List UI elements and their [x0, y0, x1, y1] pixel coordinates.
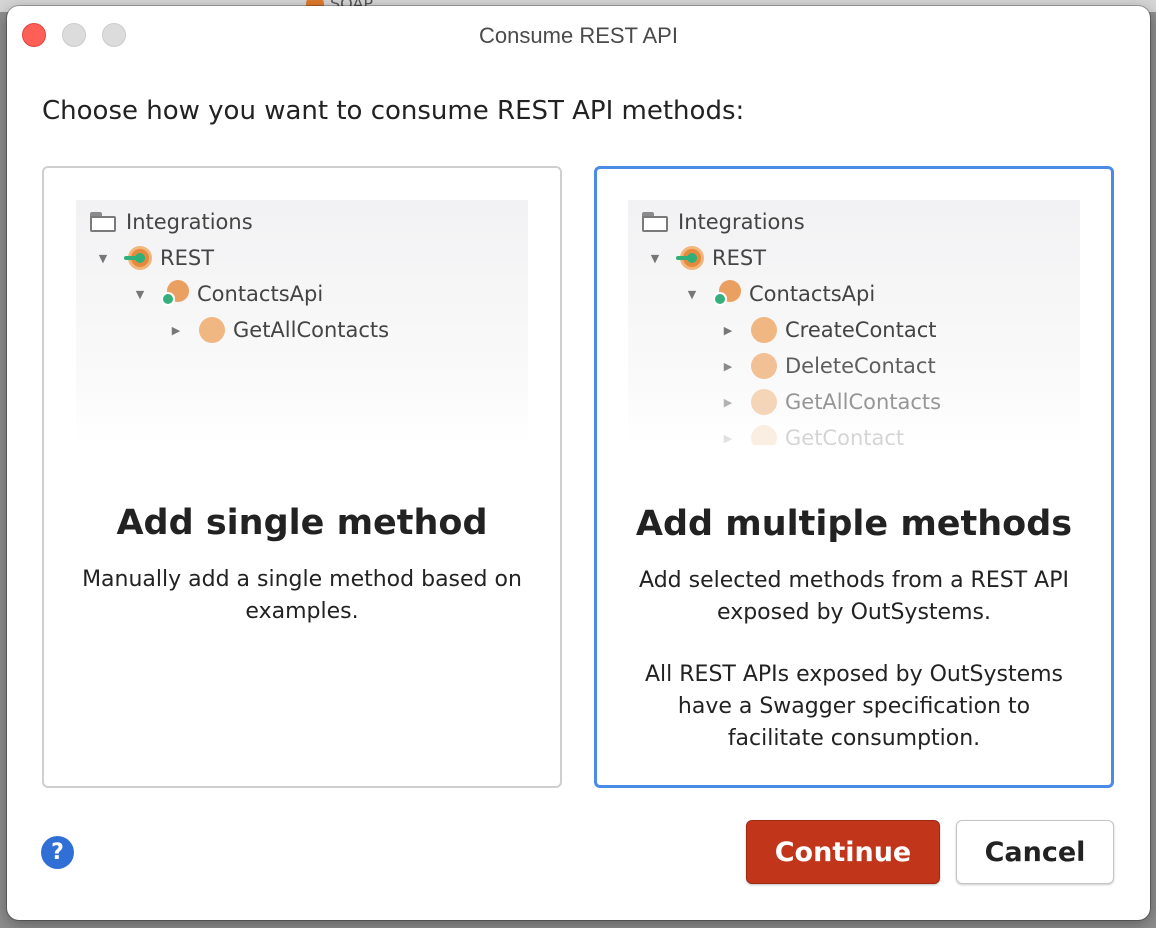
multiple-methods-title: Add multiple methods [635, 504, 1073, 544]
method-icon [751, 425, 777, 445]
tree-method-row: ▶ CreateContact [721, 312, 936, 348]
method-icon [751, 317, 777, 343]
tree-api-row: ▼ ContactsApi [133, 276, 323, 312]
api-icon [161, 280, 189, 308]
multiple-methods-note: All REST APIs exposed by OutSystems have… [644, 662, 1064, 751]
tree-rest-row: ▼ REST [648, 240, 766, 276]
multiple-methods-description: Add selected methods from a REST API exp… [639, 568, 1069, 625]
dialog-prompt: Choose how you want to consume REST API … [42, 96, 745, 126]
continue-button[interactable]: Continue [746, 820, 940, 884]
method-icon [751, 389, 777, 415]
single-method-description: Manually add a single method based on ex… [82, 567, 522, 624]
method-icon [199, 317, 225, 343]
rest-icon [676, 244, 704, 272]
collapsed-arrow-icon: ▶ [171, 323, 181, 337]
single-method-title: Add single method [116, 503, 488, 543]
folder-icon [90, 212, 118, 232]
api-icon [713, 280, 741, 308]
expand-arrow-icon: ▼ [687, 287, 697, 301]
tree-root-label: Integrations [678, 210, 805, 234]
collapsed-arrow-icon: ▶ [723, 395, 733, 409]
tree-method-label: GetAllContacts [233, 318, 390, 342]
collapsed-arrow-icon: ▶ [723, 431, 733, 445]
tree-rest-label: REST [160, 246, 215, 270]
tree-method-label: GetContact [785, 426, 905, 445]
tree-root-row: Integrations [642, 204, 805, 240]
multiple-methods-preview: Integrations ▼ REST ▼ ContactsApi ▶ Crea… [628, 200, 1080, 445]
expand-arrow-icon: ▼ [135, 287, 145, 301]
single-method-preview: Integrations ▼ REST ▼ ContactsApi ▶ GetA… [76, 200, 528, 445]
tree-rest-row: ▼ REST [96, 240, 214, 276]
expand-arrow-icon: ▼ [650, 251, 660, 265]
tree-method-row: ▶ GetAllContacts [721, 384, 941, 420]
help-icon[interactable]: ? [41, 836, 74, 869]
add-multiple-methods-option[interactable]: Integrations ▼ REST ▼ ContactsApi ▶ Crea… [594, 166, 1114, 788]
tree-api-label: ContactsApi [197, 282, 324, 306]
method-icon [751, 353, 777, 379]
expand-arrow-icon: ▼ [98, 251, 108, 265]
tree-root-row: Integrations [90, 204, 253, 240]
tree-api-label: ContactsApi [749, 282, 876, 306]
tree-method-label: DeleteContact [785, 354, 936, 378]
cancel-button[interactable]: Cancel [956, 820, 1114, 884]
consume-rest-api-dialog: Consume REST API Choose how you want to … [7, 6, 1150, 920]
tree-rest-label: REST [712, 246, 767, 270]
folder-icon [642, 212, 670, 232]
window-title: Consume REST API [479, 23, 678, 48]
tree-root-label: Integrations [126, 210, 253, 234]
collapsed-arrow-icon: ▶ [723, 323, 733, 337]
title-bar: Consume REST API [7, 6, 1150, 64]
tree-method-row: ▶ GetAllContacts [169, 312, 389, 348]
tree-method-row: ▶ DeleteContact [721, 348, 936, 384]
tree-method-label: GetAllContacts [785, 390, 942, 414]
rest-icon [124, 244, 152, 272]
add-single-method-option[interactable]: Integrations ▼ REST ▼ ContactsApi ▶ GetA… [42, 166, 562, 788]
collapsed-arrow-icon: ▶ [723, 359, 733, 373]
tree-method-label: CreateContact [785, 318, 937, 342]
tree-method-row: ▶ GetContact [721, 420, 904, 445]
tree-api-row: ▼ ContactsApi [685, 276, 875, 312]
